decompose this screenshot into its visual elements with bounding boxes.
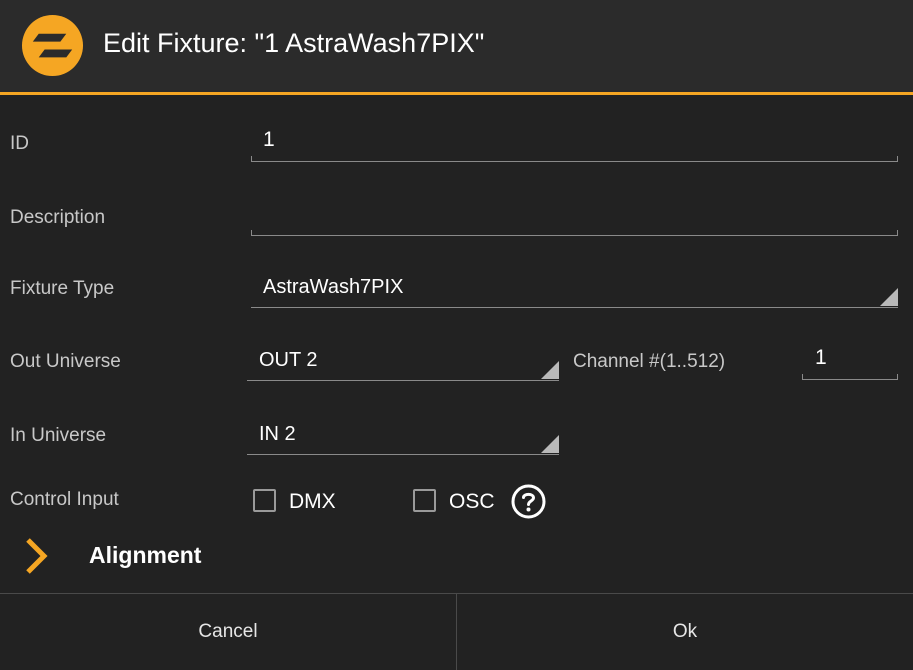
channel-tick-right [897,374,898,380]
dropdown-arrow-icon [880,288,898,306]
id-tick-right [897,156,898,162]
osc-label[interactable]: OSC [449,490,495,514]
help-circle-icon[interactable] [511,484,546,519]
cancel-button[interactable]: Cancel [0,594,456,670]
in-universe-dropdown[interactable]: IN 2 [247,415,559,455]
description-tick-left [251,230,252,236]
app-logo-icon [21,14,84,77]
description-underline [251,235,898,236]
channel-tick-left [802,374,803,380]
description-field[interactable] [251,196,898,238]
fixture-type-underline [251,307,898,308]
alignment-section-toggle[interactable]: Alignment [89,542,201,569]
dialog-titlebar: Edit Fixture: "1 AstraWash7PIX" [0,0,913,93]
osc-checkbox[interactable] [413,489,436,512]
fixture-type-label: Fixture Type [10,278,115,299]
description-label: Description [10,207,106,228]
in-universe-underline [247,454,559,455]
channel-field[interactable]: 1 [802,340,898,382]
id-field[interactable]: 1 [251,122,898,164]
chevron-right-icon[interactable] [22,536,52,576]
id-underline [251,161,898,162]
control-input-label: Control Input [10,489,119,510]
channel-value: 1 [815,346,827,369]
fixture-type-value: AstraWash7PIX [263,276,404,298]
in-universe-value: IN 2 [259,423,296,445]
in-universe-label: In Universe [10,425,107,446]
out-universe-label: Out Universe [10,351,121,372]
channel-label: Channel #(1..512) [573,351,726,372]
dmx-label[interactable]: DMX [289,490,336,514]
out-universe-value: OUT 2 [259,349,318,371]
description-tick-right [897,230,898,236]
id-value: 1 [263,128,275,151]
id-tick-left [251,156,252,162]
ok-button[interactable]: Ok [457,594,913,670]
out-universe-underline [247,380,559,381]
id-label: ID [10,133,29,154]
title-accent-line [0,92,913,95]
dropdown-arrow-icon [541,435,559,453]
dialog-title: Edit Fixture: "1 AstraWash7PIX" [103,28,485,58]
out-universe-dropdown[interactable]: OUT 2 [247,341,559,381]
fixture-type-dropdown[interactable]: AstraWash7PIX [251,268,898,308]
dmx-checkbox[interactable] [253,489,276,512]
channel-underline [802,379,898,380]
dropdown-arrow-icon [541,361,559,379]
